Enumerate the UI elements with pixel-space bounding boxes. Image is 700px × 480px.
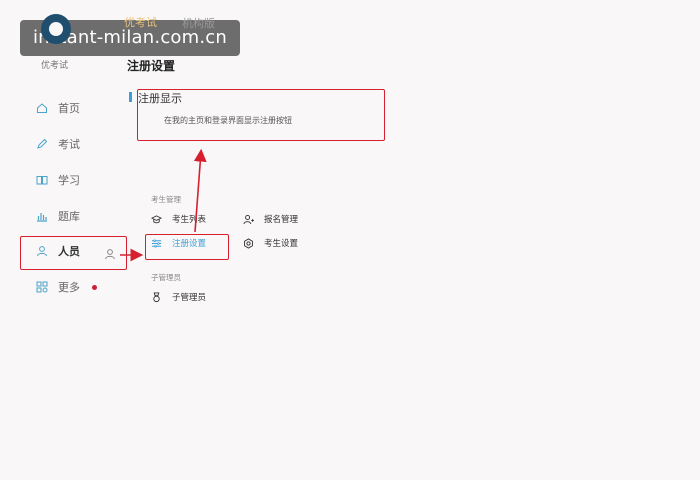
annotation-box-register-display (137, 89, 385, 141)
sidebar-item-label: 首页 (58, 102, 80, 115)
candidate-list-link[interactable]: 考生列表 (151, 213, 206, 225)
pencil-icon (36, 138, 48, 150)
signup-mgmt-label: 报名管理 (264, 215, 299, 225)
section-accent-bar (129, 92, 132, 102)
group-label-sub-admin: 子管理员 (151, 273, 181, 282)
candidate-settings-link[interactable]: 考生设置 (243, 237, 298, 249)
home-icon (36, 102, 48, 114)
graduation-cap-icon (151, 214, 162, 225)
app-name: 优考试 (41, 61, 69, 71)
signup-mgmt-link[interactable]: 报名管理 (243, 213, 298, 225)
candidate-settings-label: 考生设置 (264, 239, 299, 249)
sidebar-item-more[interactable]: 更多 (36, 277, 97, 297)
grid-icon (36, 281, 48, 293)
bar-chart-icon (36, 210, 48, 222)
sidebar-item-home[interactable]: 首页 (36, 98, 80, 118)
annotation-box-people (20, 236, 127, 270)
sidebar-item-exam[interactable]: 考试 (36, 134, 80, 154)
group-label-candidate-mgmt: 考生管理 (151, 195, 181, 204)
org-logo-text: 优考试 (124, 16, 157, 29)
org-name: 机构版 (182, 17, 215, 30)
sidebar-item-label: 考试 (58, 138, 80, 151)
sidebar-item-label: 题库 (58, 210, 80, 223)
medal-icon (151, 291, 162, 303)
notification-dot (92, 284, 97, 290)
sidebar-item-study[interactable]: 学习 (36, 170, 80, 190)
user-add-icon (243, 214, 254, 225)
sidebar-item-question-bank[interactable]: 题库 (36, 206, 80, 226)
book-icon (36, 174, 48, 186)
sub-admin-link[interactable]: 子管理员 (151, 291, 206, 303)
annotation-box-register-settings (145, 234, 229, 260)
gear-icon (243, 237, 254, 249)
sub-admin-label: 子管理员 (172, 293, 207, 303)
page-title: 注册设置 (127, 59, 176, 73)
app-logo[interactable] (41, 14, 71, 44)
candidate-list-label: 考生列表 (172, 215, 207, 225)
sidebar-item-label: 更多 (58, 281, 80, 294)
sidebar-item-label: 学习 (58, 174, 80, 187)
